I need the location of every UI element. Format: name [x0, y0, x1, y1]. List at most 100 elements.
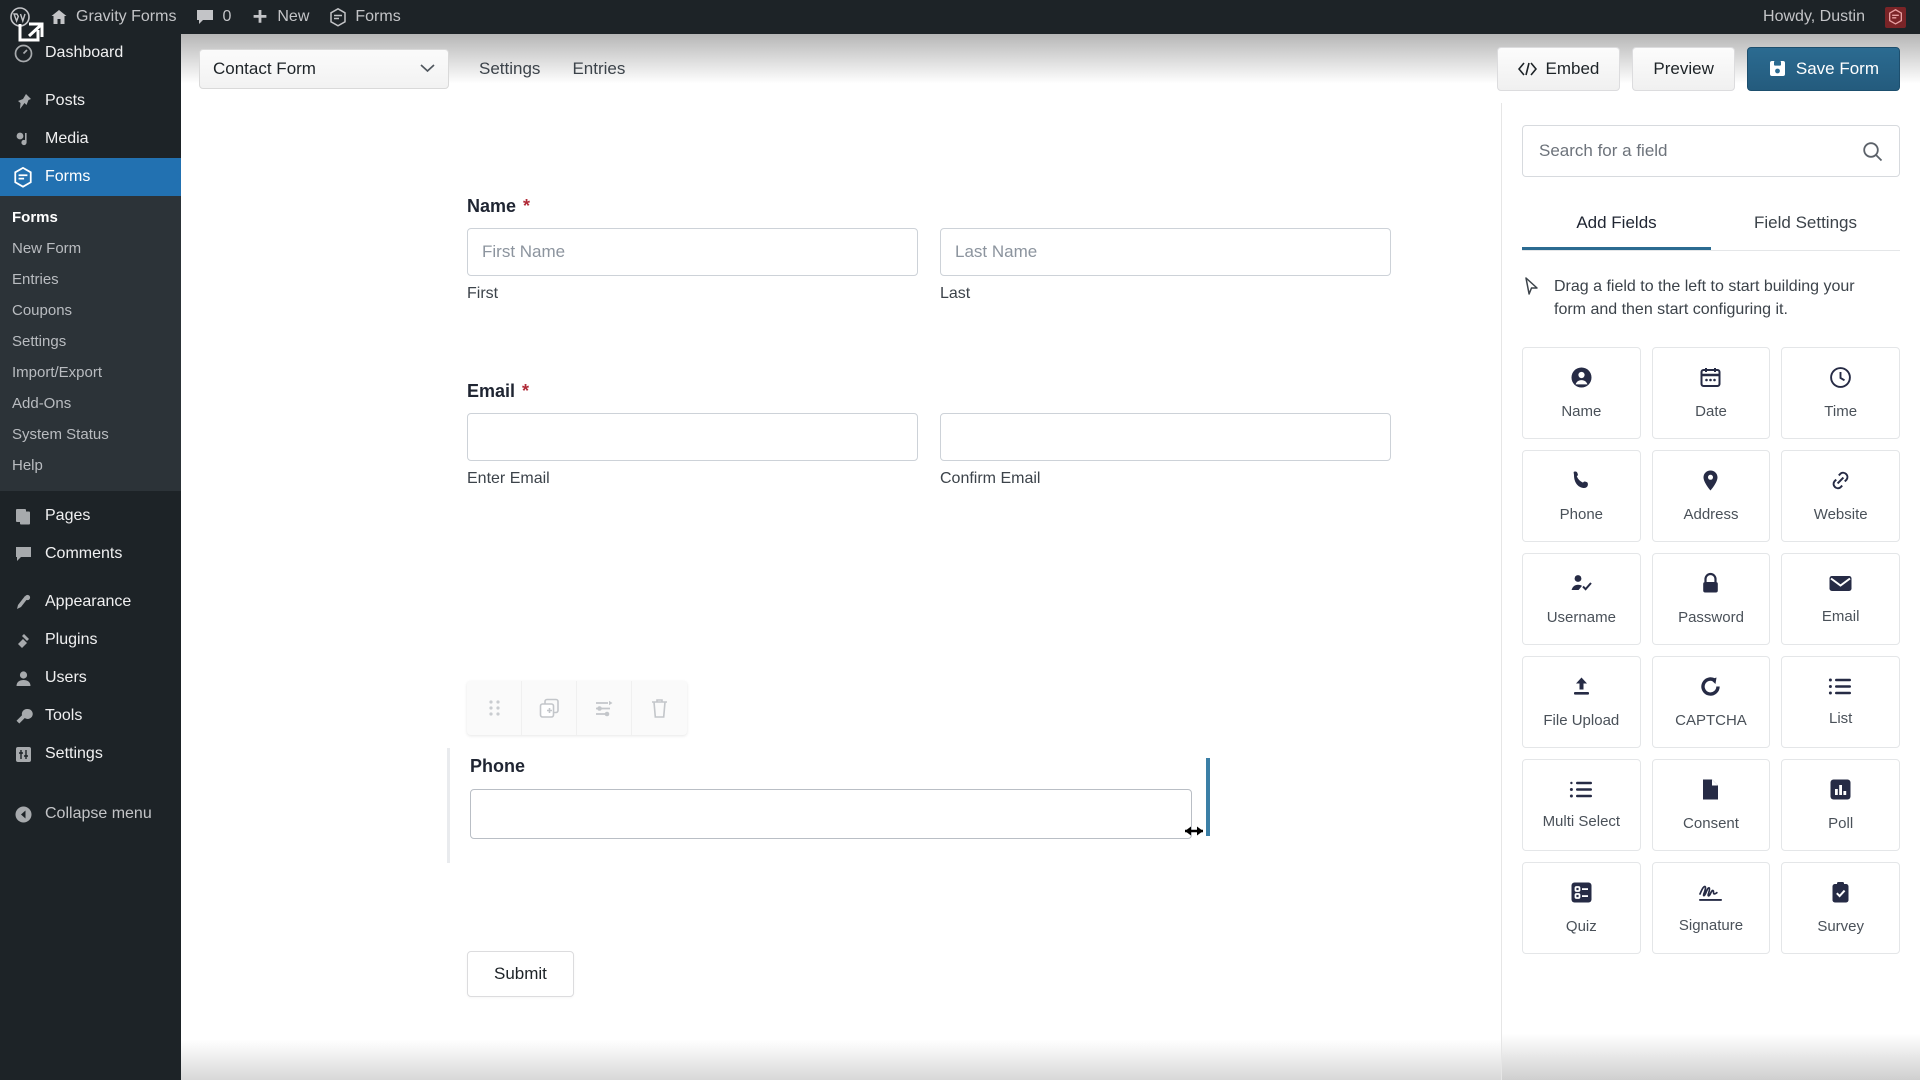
confirm-email-input[interactable]: [940, 413, 1391, 461]
email-input[interactable]: [467, 413, 918, 461]
drag-hint: Drag a field to the left to start buildi…: [1524, 275, 1890, 321]
link-icon: [1828, 469, 1853, 492]
sidebar-item-users[interactable]: Users: [0, 659, 181, 697]
sidebar-item-plugins[interactable]: Plugins: [0, 621, 181, 659]
field-button-label: Quiz: [1565, 918, 1597, 936]
field-button-survey[interactable]: Survey: [1781, 862, 1900, 955]
howdy-label[interactable]: Howdy, Dustin: [1753, 0, 1875, 34]
field-button-date[interactable]: Date: [1651, 347, 1771, 440]
sidebar-item-posts[interactable]: Posts: [0, 82, 181, 120]
submenu-item-import-export[interactable]: Import/Export: [0, 357, 181, 388]
field-button-address[interactable]: Address: [1651, 450, 1771, 543]
field-button-label: Name: [1561, 403, 1602, 421]
submenu-item-help[interactable]: Help: [0, 450, 181, 481]
field-button-consent[interactable]: Consent: [1651, 759, 1771, 852]
field-button-phone[interactable]: Phone: [1522, 450, 1641, 543]
site-name-button[interactable]: Gravity Forms: [40, 0, 186, 34]
sidebar-label: Dashboard: [45, 44, 124, 61]
field-button-email[interactable]: Email: [1781, 553, 1900, 646]
submenu-item-forms[interactable]: Forms: [0, 202, 181, 233]
field-label-text: Name: [467, 196, 517, 216]
first-name-input[interactable]: First Name: [467, 228, 918, 276]
field-button-name[interactable]: Name: [1522, 347, 1641, 440]
field-button-signature[interactable]: Signature: [1651, 862, 1771, 955]
field-library-panel: Search for a field Add Fields Field Sett…: [1501, 103, 1920, 1080]
sidebar-item-comments[interactable]: Comments: [0, 535, 181, 573]
delete-icon[interactable]: [632, 681, 687, 735]
envelope-icon: [1828, 573, 1853, 594]
search-field-container[interactable]: Search for a field: [1522, 125, 1900, 177]
field-button-quiz[interactable]: Quiz: [1522, 862, 1641, 955]
field-button-label: Time: [1824, 403, 1858, 421]
field-button-label: Date: [1695, 403, 1727, 421]
sidebar-item-tools[interactable]: Tools: [0, 697, 181, 735]
tab-settings[interactable]: Settings: [477, 55, 542, 83]
submenu-item-settings[interactable]: Settings: [0, 326, 181, 357]
sidebar-label: Media: [45, 130, 89, 147]
drag-handle-icon[interactable]: [467, 681, 522, 735]
field-button-poll[interactable]: Poll: [1781, 759, 1900, 852]
duplicate-icon[interactable]: [522, 681, 577, 735]
search-icon[interactable]: [1862, 141, 1883, 162]
field-button-multi-select[interactable]: Multi Select: [1522, 759, 1641, 852]
phone-input[interactable]: [470, 789, 1192, 839]
submenu-item-add-ons[interactable]: Add-Ons: [0, 388, 181, 419]
comment-icon: [12, 545, 34, 563]
form-selector-dropdown[interactable]: Contact Form: [199, 48, 449, 89]
sidebar-label: Comments: [45, 545, 123, 562]
field-button-website[interactable]: Website: [1781, 450, 1900, 543]
field-button-label: Multi Select: [1542, 813, 1621, 831]
tab-field-settings[interactable]: Field Settings: [1711, 201, 1900, 250]
field-button-captcha[interactable]: CAPTCHA: [1651, 656, 1771, 749]
field-settings-icon[interactable]: [577, 681, 632, 735]
sidebar-label: Tools: [45, 707, 83, 724]
submenu-item-new-form[interactable]: New Form: [0, 233, 181, 264]
pin-icon: [12, 92, 34, 111]
embed-button[interactable]: Embed: [1496, 46, 1621, 91]
adminbar-forms-button[interactable]: Forms: [319, 0, 410, 34]
new-content-button[interactable]: New: [241, 0, 319, 34]
comments-bubble-button[interactable]: 0: [186, 0, 241, 34]
sidebar-item-forms[interactable]: Forms: [0, 158, 181, 196]
sidebar-item-settings[interactable]: Settings: [0, 735, 181, 773]
code-brackets-icon: [1517, 61, 1537, 76]
field-button-label: File Upload: [1543, 712, 1620, 730]
form-field-email[interactable]: Email * Enter Email Confirm Email: [181, 381, 1501, 488]
avatar[interactable]: [1885, 6, 1906, 28]
sidebar-item-media[interactable]: Media: [0, 120, 181, 158]
first-name-sublabel: First: [467, 285, 499, 302]
submenu-item-system-status[interactable]: System Status: [0, 419, 181, 450]
submit-button[interactable]: Submit: [467, 951, 574, 997]
field-button-username[interactable]: Username: [1522, 553, 1641, 646]
comments-count: 0: [222, 8, 232, 25]
form-field-name[interactable]: Name * First Name First Last Name Last: [181, 196, 1501, 303]
user-icon: [12, 669, 34, 688]
sidebar-item-pages[interactable]: Pages: [0, 497, 181, 535]
field-label: Email *: [467, 381, 1391, 402]
quiz-icon: [1570, 881, 1593, 904]
submenu-item-coupons[interactable]: Coupons: [0, 295, 181, 326]
form-selector-label: Contact Form: [213, 58, 316, 78]
preview-button[interactable]: Preview: [1632, 46, 1735, 91]
field-button-password[interactable]: Password: [1651, 553, 1771, 646]
field-button-list[interactable]: List: [1781, 656, 1900, 749]
wp-admin-sidebar: Dashboard Posts Media Forms Forms New Fo…: [0, 34, 181, 1080]
save-form-button[interactable]: Save Form: [1746, 46, 1900, 91]
sidebar-divider: [0, 573, 181, 583]
required-asterisk: *: [523, 196, 531, 216]
sidebar-item-appearance[interactable]: Appearance: [0, 583, 181, 621]
collapse-menu-button[interactable]: Collapse menu: [0, 795, 181, 833]
field-button-time[interactable]: Time: [1781, 347, 1900, 440]
search-input[interactable]: Search for a field: [1539, 141, 1862, 161]
field-buttons-grid: Name Date Time Phone Address Website Use…: [1522, 347, 1900, 955]
calendar-icon: [1699, 366, 1722, 389]
tab-entries[interactable]: Entries: [570, 55, 627, 83]
form-field-phone[interactable]: Phone: [447, 748, 1219, 863]
last-name-input[interactable]: Last Name: [940, 228, 1391, 276]
wrench-icon: [12, 707, 34, 726]
field-button-file-upload[interactable]: File Upload: [1522, 656, 1641, 749]
field-button-label: Poll: [1828, 815, 1854, 833]
submenu-item-entries[interactable]: Entries: [0, 264, 181, 295]
phone-icon: [1570, 469, 1593, 492]
tab-add-fields[interactable]: Add Fields: [1522, 201, 1711, 250]
